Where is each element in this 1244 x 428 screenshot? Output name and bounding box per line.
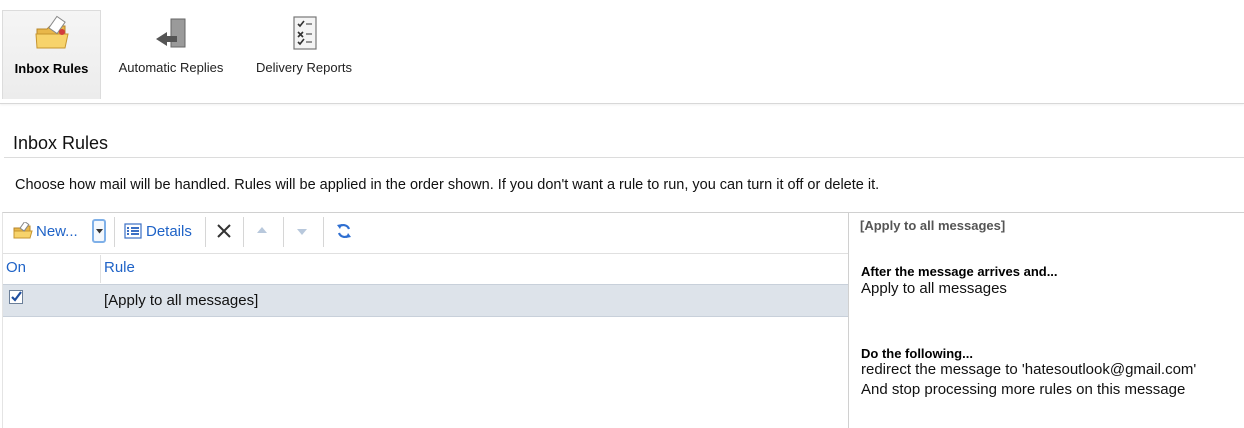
detail-title: [Apply to all messages] xyxy=(860,218,1006,233)
rule-name: [Apply to all messages] xyxy=(104,292,259,309)
tab-inbox-rules[interactable]: Inbox Rules xyxy=(2,10,101,99)
refresh-button[interactable] xyxy=(335,219,353,243)
delete-button[interactable] xyxy=(215,219,233,243)
toolbar-separator xyxy=(283,217,284,247)
tab-label: Automatic Replies xyxy=(118,60,224,75)
column-divider xyxy=(100,255,101,283)
page-title: Inbox Rules xyxy=(13,133,109,153)
details-label: Details xyxy=(146,222,192,240)
toolbar-separator xyxy=(243,217,244,247)
action-heading: Do the following... xyxy=(861,346,973,361)
action-text: And stop processing more rules on this m… xyxy=(861,381,1186,398)
delivery-report-icon xyxy=(293,16,317,50)
page-description: Choose how mail will be handled. Rules w… xyxy=(15,177,880,193)
tab-delivery-reports[interactable]: Delivery Reports xyxy=(248,10,360,98)
refresh-icon xyxy=(337,224,351,238)
divider xyxy=(4,157,1244,158)
details-icon xyxy=(124,223,142,239)
new-rule-label: New... xyxy=(36,222,78,240)
rules-list-pane: New... Details On Rule [Apply to all mes… xyxy=(2,212,849,428)
new-rule-button[interactable]: New... xyxy=(13,219,78,243)
move-down-button[interactable] xyxy=(295,219,309,243)
tab-label: Delivery Reports xyxy=(255,60,353,75)
details-button[interactable]: Details xyxy=(124,219,192,243)
arrow-down-icon xyxy=(297,229,307,235)
action-text: redirect the message to 'hatesoutlook@gm… xyxy=(861,361,1197,378)
toolbar-separator xyxy=(323,217,324,247)
rule-enabled-checkbox[interactable] xyxy=(9,290,23,304)
chevron-down-icon xyxy=(95,228,103,233)
delete-icon xyxy=(217,224,231,238)
new-rule-icon xyxy=(13,222,33,239)
new-rule-dropdown-button[interactable] xyxy=(92,219,106,243)
toolbar-separator xyxy=(205,217,206,247)
condition-text: Apply to all messages xyxy=(861,280,1007,297)
folder-rules-icon xyxy=(34,15,69,49)
condition-heading: After the message arrives and... xyxy=(861,264,1058,279)
tab-automatic-replies[interactable]: Automatic Replies xyxy=(110,10,232,98)
column-header-on[interactable]: On xyxy=(6,253,26,283)
arrow-up-icon xyxy=(257,227,267,233)
column-header-rule[interactable]: Rule xyxy=(104,253,135,283)
table-row[interactable]: [Apply to all messages] xyxy=(3,284,848,317)
options-tabbar: Inbox Rules Automatic Replies Delivery R… xyxy=(0,0,1244,104)
tab-label: Inbox Rules xyxy=(14,61,89,76)
auto-reply-icon xyxy=(156,18,186,48)
rule-detail-pane: [Apply to all messages] After the messag… xyxy=(848,212,1244,428)
move-up-button[interactable] xyxy=(255,219,269,243)
toolbar-separator xyxy=(114,217,115,247)
rules-toolbar: New... Details xyxy=(3,213,848,251)
